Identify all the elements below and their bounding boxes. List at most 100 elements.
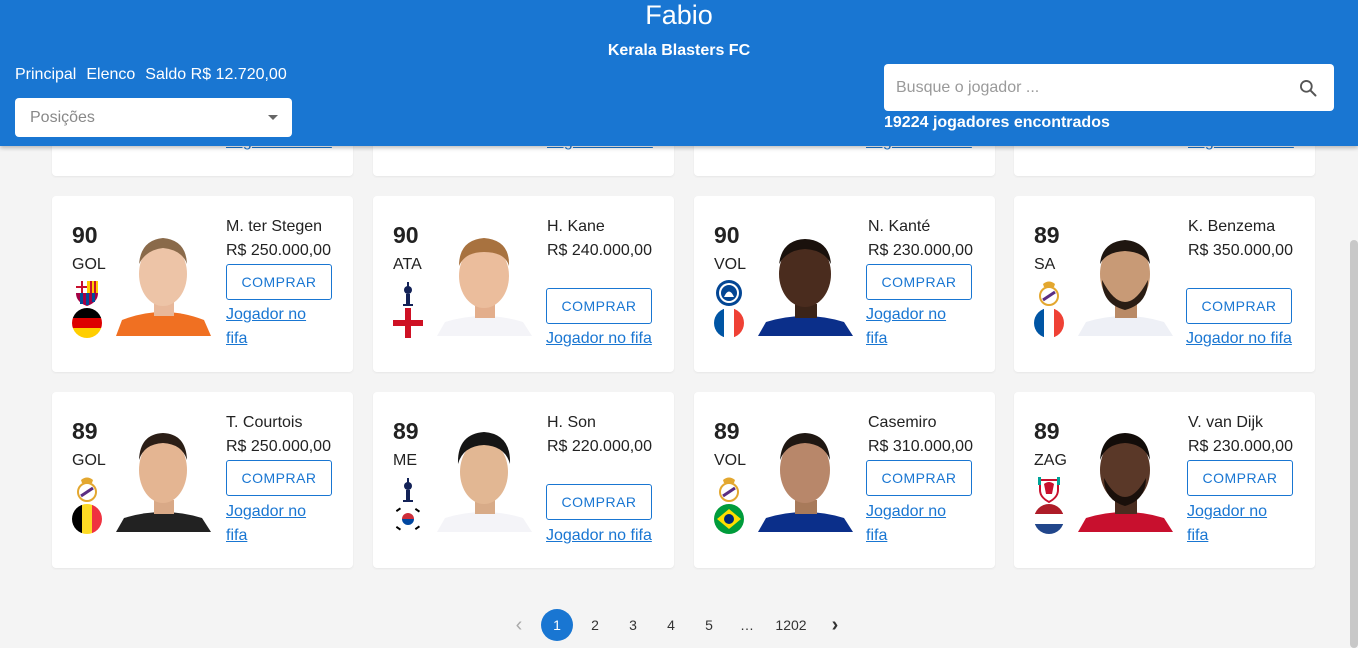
prev-page-button[interactable]: ‹ bbox=[500, 614, 538, 637]
england-flag-icon bbox=[393, 308, 423, 338]
page-button[interactable]: 4 bbox=[652, 617, 690, 633]
player-position: VOL bbox=[714, 256, 747, 273]
buy-button[interactable]: COMPRAR bbox=[226, 264, 332, 300]
chelsea-crest-icon bbox=[716, 280, 742, 306]
team-name: Kerala Blasters FC bbox=[607, 42, 751, 59]
fifa-link[interactable]: Jogador no fifa bbox=[1186, 327, 1292, 351]
player-position: VOL bbox=[714, 452, 747, 469]
player-name: K. Benzema bbox=[1188, 218, 1276, 235]
chevron-down-icon bbox=[268, 115, 278, 120]
nav-principal[interactable]: Principal bbox=[15, 66, 76, 84]
positions-placeholder: Posições bbox=[30, 109, 95, 126]
brazil-flag-icon bbox=[714, 504, 744, 534]
fifa-link[interactable]: Jogador no fifa bbox=[866, 500, 966, 548]
scrollbar[interactable] bbox=[1350, 240, 1358, 648]
positions-select[interactable]: Posições bbox=[15, 98, 292, 137]
page-button[interactable]: 5 bbox=[690, 617, 728, 633]
barcelona-crest-icon bbox=[76, 281, 98, 306]
belgium-flag-icon bbox=[72, 504, 102, 534]
player-name: H. Son bbox=[547, 414, 596, 431]
player-photo bbox=[1078, 433, 1173, 532]
fifa-link[interactable]: Jogador no fifa bbox=[226, 500, 326, 548]
player-position: ZAG bbox=[1034, 452, 1067, 469]
pagination: ‹ 1 2 3 4 5 … 1202 › bbox=[500, 608, 854, 642]
player-position: ME bbox=[393, 452, 417, 469]
player-overall: 89 bbox=[1034, 222, 1060, 248]
player-price: R$ 230.000,00 bbox=[1188, 438, 1293, 455]
player-overall: 89 bbox=[1034, 418, 1060, 444]
player-card: 90 VOL N. Kanté R$ 230.000,00 COMPRAR Jo… bbox=[694, 196, 995, 372]
nav-menu: Principal Elenco Saldo R$ 12.720,00 bbox=[15, 66, 287, 84]
fifa-link[interactable]: Jogador no fifa bbox=[226, 303, 326, 351]
search-input[interactable] bbox=[896, 76, 1276, 100]
player-overall: 90 bbox=[393, 222, 419, 248]
results-count: 19224 jogadores encontrados bbox=[884, 114, 1110, 131]
player-name: T. Courtois bbox=[226, 414, 303, 431]
tottenham-crest-icon bbox=[403, 478, 413, 502]
page-button[interactable]: 3 bbox=[614, 617, 652, 633]
next-page-button[interactable]: › bbox=[816, 614, 854, 637]
player-photo bbox=[1078, 240, 1173, 336]
player-name: Casemiro bbox=[868, 414, 937, 431]
buy-button[interactable]: COMPRAR bbox=[546, 484, 652, 520]
buy-button[interactable]: COMPRAR bbox=[546, 288, 652, 324]
search-box[interactable] bbox=[884, 64, 1334, 111]
nav-elenco[interactable]: Elenco bbox=[86, 66, 135, 84]
player-price: R$ 220.000,00 bbox=[547, 438, 652, 455]
player-price: R$ 230.000,00 bbox=[868, 242, 973, 259]
player-card: 90 GOL M. ter Stegen R$ 250.000,00 COMPR… bbox=[52, 196, 353, 372]
player-card: 89 VOL Casemiro R$ 310.000,00 COMPRAR Jo… bbox=[694, 392, 995, 568]
fifa-link[interactable]: Jogador no fifa bbox=[866, 303, 966, 351]
player-position: ATA bbox=[393, 256, 422, 273]
liverpool-crest-icon bbox=[1038, 477, 1060, 504]
player-price: R$ 250.000,00 bbox=[226, 438, 331, 455]
buy-button[interactable]: COMPRAR bbox=[866, 460, 972, 496]
player-photo bbox=[437, 238, 532, 336]
player-photo bbox=[116, 433, 211, 532]
player-photo bbox=[758, 239, 853, 336]
france-flag-icon bbox=[714, 308, 744, 338]
buy-button[interactable]: COMPRAR bbox=[1186, 288, 1292, 324]
page-button-last[interactable]: 1202 bbox=[766, 617, 816, 633]
pagination-ellipsis: … bbox=[740, 617, 754, 633]
tottenham-crest-icon bbox=[403, 282, 413, 306]
player-overall: 90 bbox=[72, 222, 98, 248]
balance-label: Saldo R$ 12.720,00 bbox=[145, 66, 287, 83]
netherlands-flag-icon bbox=[1034, 504, 1064, 534]
player-name: H. Kane bbox=[547, 218, 605, 235]
buy-button[interactable]: COMPRAR bbox=[866, 264, 972, 300]
player-card: 89 SA K. Benzema R$ 350.000,00 COMPRAR J… bbox=[1014, 196, 1315, 372]
real-madrid-crest-icon bbox=[719, 477, 739, 502]
player-name: M. ter Stegen bbox=[226, 218, 323, 235]
player-card: 89 ME H. Son R$ 220.000,00 COMPRAR Jogad… bbox=[373, 392, 674, 568]
player-overall: 89 bbox=[72, 418, 98, 444]
player-overall: 89 bbox=[393, 418, 419, 444]
player-name: N. Kanté bbox=[868, 218, 931, 235]
player-name: V. van Dijk bbox=[1188, 414, 1263, 431]
fifa-link[interactable]: Jogador no fifa bbox=[1187, 500, 1287, 548]
player-overall: 90 bbox=[714, 222, 740, 248]
real-madrid-crest-icon bbox=[1039, 281, 1059, 306]
page-button[interactable]: 2 bbox=[576, 617, 614, 633]
france-flag-icon bbox=[1034, 308, 1064, 338]
user-name: Fabio bbox=[645, 0, 713, 30]
buy-button[interactable]: COMPRAR bbox=[226, 460, 332, 496]
player-photo bbox=[758, 433, 853, 532]
player-position: GOL bbox=[72, 256, 106, 273]
player-overall: 89 bbox=[714, 418, 740, 444]
player-card: 89 GOL T. Courtois R$ 250.000,00 COMPRAR… bbox=[52, 392, 353, 568]
player-card: 90 ATA H. Kane R$ 240.000,00 COMPRAR Jog… bbox=[373, 196, 674, 372]
player-position: SA bbox=[1034, 256, 1056, 273]
app-header: Fabio Kerala Blasters FC Principal Elenc… bbox=[0, 0, 1358, 146]
germany-flag-icon bbox=[72, 308, 102, 338]
player-photo bbox=[116, 238, 211, 336]
buy-button[interactable]: COMPRAR bbox=[1187, 460, 1293, 496]
search-icon[interactable] bbox=[1298, 78, 1318, 98]
player-position: GOL bbox=[72, 452, 106, 469]
player-price: R$ 310.000,00 bbox=[868, 438, 973, 455]
player-price: R$ 240.000,00 bbox=[547, 242, 652, 259]
fifa-link[interactable]: Jogador no fifa bbox=[546, 327, 652, 351]
fifa-link[interactable]: Jogador no fifa bbox=[546, 524, 652, 548]
player-price: R$ 350.000,00 bbox=[1188, 242, 1293, 259]
page-button-current[interactable]: 1 bbox=[541, 609, 573, 641]
